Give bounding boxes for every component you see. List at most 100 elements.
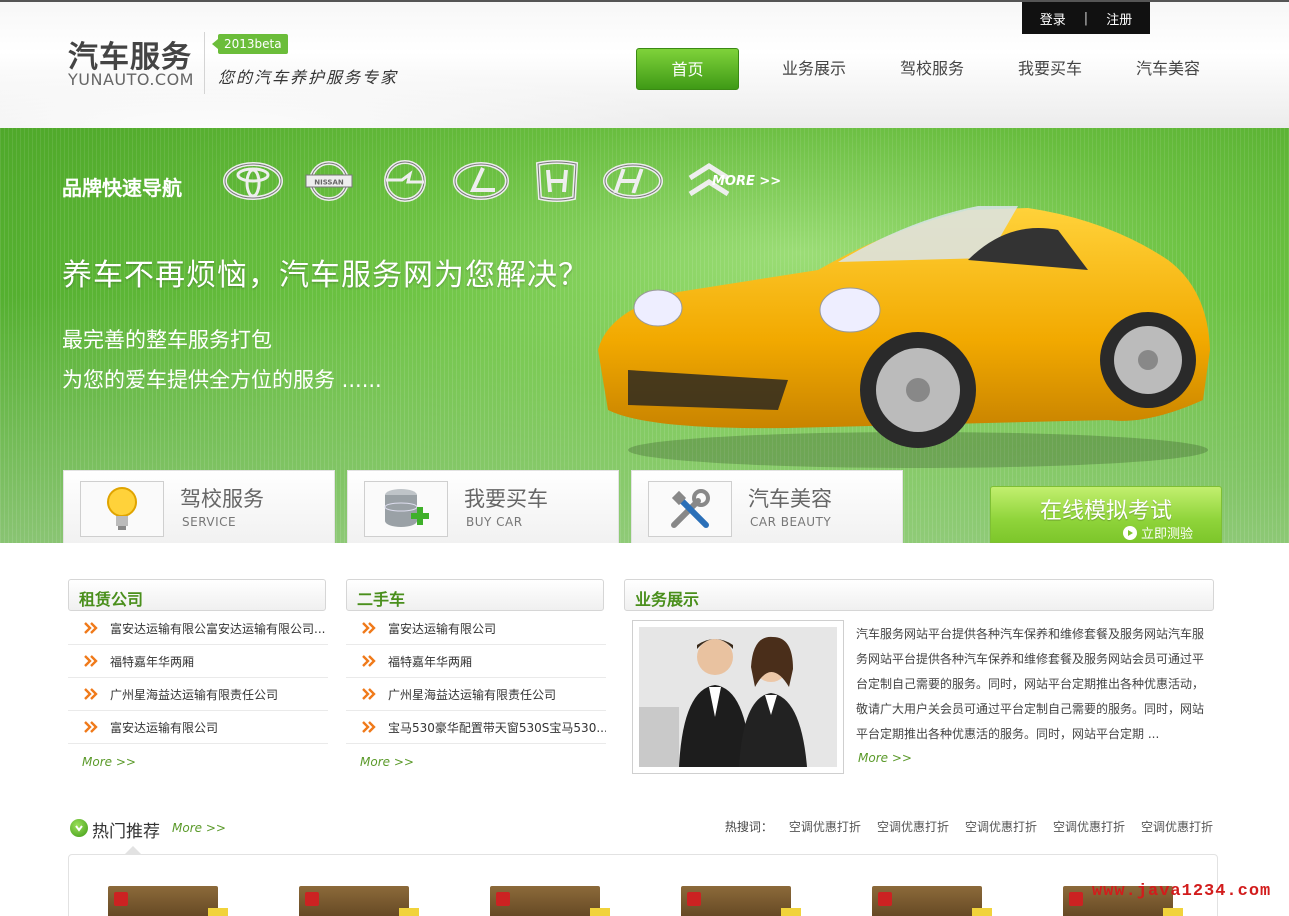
service-subtitle: BUY CAR — [466, 515, 523, 529]
register-link[interactable]: 注册 — [1106, 9, 1132, 28]
nav-driving-school[interactable]: 驾校服务 — [873, 48, 991, 90]
double-chevron-icon — [84, 688, 98, 700]
list-item-label: 福特嘉年华两厢 — [388, 654, 473, 669]
hot-keyword[interactable]: 空调优惠打折 — [789, 818, 861, 835]
watermark: www.java1234.com — [1092, 882, 1272, 901]
lexus-logo-icon[interactable] — [450, 159, 512, 203]
hot-section-title: 热门推荐 — [92, 822, 160, 842]
auth-bar: 登录 | 注册 — [1022, 2, 1150, 34]
list-item[interactable]: 福特嘉年华两厢 — [346, 645, 606, 678]
list-item-label: 福特嘉年华两厢 — [110, 654, 195, 669]
list-item[interactable]: 宝马530豪华配置带天窗530S宝马530... — [346, 711, 606, 744]
yellow-convertible-car-image — [598, 206, 1210, 468]
product-thumbnail[interactable] — [490, 886, 610, 916]
exam-start-link[interactable]: 立即测验 — [1122, 523, 1193, 542]
nav-business[interactable]: 业务展示 — [755, 48, 873, 90]
site-header: 汽车服务 YUNAUTO.COM 2013beta 您的汽车养护服务专家 登录 … — [0, 0, 1289, 132]
service-icon-box — [364, 481, 448, 537]
service-card-car-beauty[interactable]: 汽车美容 CAR BEAUTY — [631, 470, 903, 543]
hot-more-link[interactable]: More >> — [172, 821, 226, 835]
service-icon-box — [648, 481, 732, 537]
tools-icon — [671, 489, 710, 528]
product-thumbnail[interactable] — [108, 886, 228, 916]
hot-keyword[interactable]: 空调优惠打折 — [877, 818, 949, 835]
business-photo — [632, 620, 844, 774]
brand-logos: NISSAN — [222, 158, 740, 204]
business-people-image — [639, 627, 837, 767]
hyundai-logo-icon[interactable] — [602, 159, 664, 203]
product-thumbnail[interactable] — [872, 886, 992, 916]
nav-home[interactable]: 首页 — [636, 48, 739, 90]
main-nav: 首页 业务展示 驾校服务 我要买车 汽车美容 — [636, 48, 1227, 90]
hot-products-row — [108, 886, 1183, 916]
logo-domain: YUNAUTO.COM — [68, 70, 194, 89]
list-item-label: 广州星海益达运输有限责任公司 — [110, 687, 279, 702]
list-item[interactable]: 广州星海益达运输有限责任公司 — [346, 678, 606, 711]
opel-logo-icon[interactable] — [374, 159, 436, 203]
business-panel-header: 业务展示 — [624, 579, 1214, 611]
rental-list: 富安达运输有限公富安达运输有限公司... 福特嘉年华两厢 广州星海益达运输有限责… — [68, 612, 328, 744]
hot-keyword[interactable]: 空调优惠打折 — [1053, 818, 1125, 835]
brand-more-link[interactable]: MORE >> — [712, 174, 781, 189]
service-title: 汽车美容 — [748, 487, 832, 511]
exam-sub-label: 立即测验 — [1140, 527, 1193, 542]
service-card-driving[interactable]: 驾校服务 SERVICE — [63, 470, 335, 543]
list-item-label: 宝马530豪华配置带天窗530S宝马530... — [388, 720, 606, 735]
business-panel-title: 业务展示 — [635, 590, 700, 609]
product-thumbnail[interactable] — [299, 886, 419, 916]
honda-logo-icon[interactable] — [526, 159, 588, 203]
rental-more-link[interactable]: More >> — [82, 755, 136, 769]
product-thumbnail[interactable] — [681, 886, 801, 916]
online-exam-button[interactable]: 在线模拟考试 立即测验 — [990, 486, 1222, 543]
hot-chevron-icon — [70, 819, 88, 837]
used-car-panel-header: 二手车 — [346, 579, 604, 611]
double-chevron-icon — [84, 721, 98, 733]
auth-separator: | — [1083, 10, 1089, 26]
rental-panel-title: 租赁公司 — [79, 590, 144, 609]
double-chevron-icon — [362, 721, 376, 733]
list-item-label: 富安达运输有限公富安达运输有限公司... — [110, 621, 326, 636]
rental-panel-header: 租赁公司 — [68, 579, 326, 611]
logo-divider — [204, 32, 205, 94]
nav-car-beauty[interactable]: 汽车美容 — [1109, 48, 1227, 90]
list-item-label: 富安达运输有限公司 — [388, 621, 497, 636]
list-item-label: 广州星海益达运输有限责任公司 — [388, 687, 557, 702]
business-more-link[interactable]: More >> — [858, 751, 912, 765]
service-subtitle: CAR BEAUTY — [750, 515, 832, 529]
double-chevron-icon — [362, 688, 376, 700]
used-car-list: 富安达运输有限公司 福特嘉年华两厢 广州星海益达运输有限责任公司 宝马530豪华… — [346, 612, 606, 744]
exam-title: 在线模拟考试 — [1039, 499, 1172, 524]
service-title: 驾校服务 — [180, 487, 264, 511]
toyota-logo-icon[interactable] — [222, 159, 284, 203]
nav-buy-car[interactable]: 我要买车 — [991, 48, 1109, 90]
service-card-buy-car[interactable]: 我要买车 BUY CAR — [347, 470, 619, 543]
list-item[interactable]: 富安达运输有限公富安达运输有限公司... — [68, 612, 328, 645]
hot-keyword[interactable]: 空调优惠打折 — [1141, 818, 1213, 835]
business-description: 汽车服务网站平台提供各种汽车保养和维修套餐及服务网站汽车服务网站平台提供各种汽车… — [856, 627, 1205, 741]
double-chevron-icon — [84, 655, 98, 667]
play-icon — [1122, 525, 1137, 540]
list-item[interactable]: 富安达运输有限公司 — [346, 612, 606, 645]
double-chevron-icon — [362, 622, 376, 634]
service-title: 我要买车 — [464, 487, 548, 511]
banner-headline: 养车不再烦恼，汽车服务网为您解决？ — [62, 258, 589, 293]
nissan-logo-icon[interactable]: NISSAN — [298, 159, 360, 203]
hot-keyword[interactable]: 空调优惠打折 — [965, 818, 1037, 835]
list-item[interactable]: 广州星海益达运输有限责任公司 — [68, 678, 328, 711]
service-icon-box — [80, 481, 164, 537]
banner-line-1: 最完善的整车服务打包 — [62, 328, 272, 352]
database-add-icon — [384, 489, 429, 527]
brand-nav-title: 品牌快速导航 — [62, 176, 182, 200]
hot-keywords: 热搜词： 空调优惠打折 空调优惠打折 空调优惠打折 空调优惠打折 空调优惠打折 — [725, 818, 1213, 835]
login-link[interactable]: 登录 — [1040, 9, 1066, 28]
service-subtitle: SERVICE — [182, 515, 237, 529]
list-item-label: 富安达运输有限公司 — [110, 720, 219, 735]
used-car-more-link[interactable]: More >> — [360, 755, 414, 769]
list-item[interactable]: 富安达运输有限公司 — [68, 711, 328, 744]
nissan-logo-word: NISSAN — [314, 179, 344, 187]
beta-badge: 2013beta — [212, 34, 288, 54]
list-item[interactable]: 福特嘉年华两厢 — [68, 645, 328, 678]
double-chevron-icon — [84, 622, 98, 634]
used-car-panel-title: 二手车 — [357, 590, 406, 609]
hero-banner: 品牌快速导航 NISSAN MORE >> 养车不再烦恼，汽车服务网为您解决？ … — [0, 128, 1289, 543]
